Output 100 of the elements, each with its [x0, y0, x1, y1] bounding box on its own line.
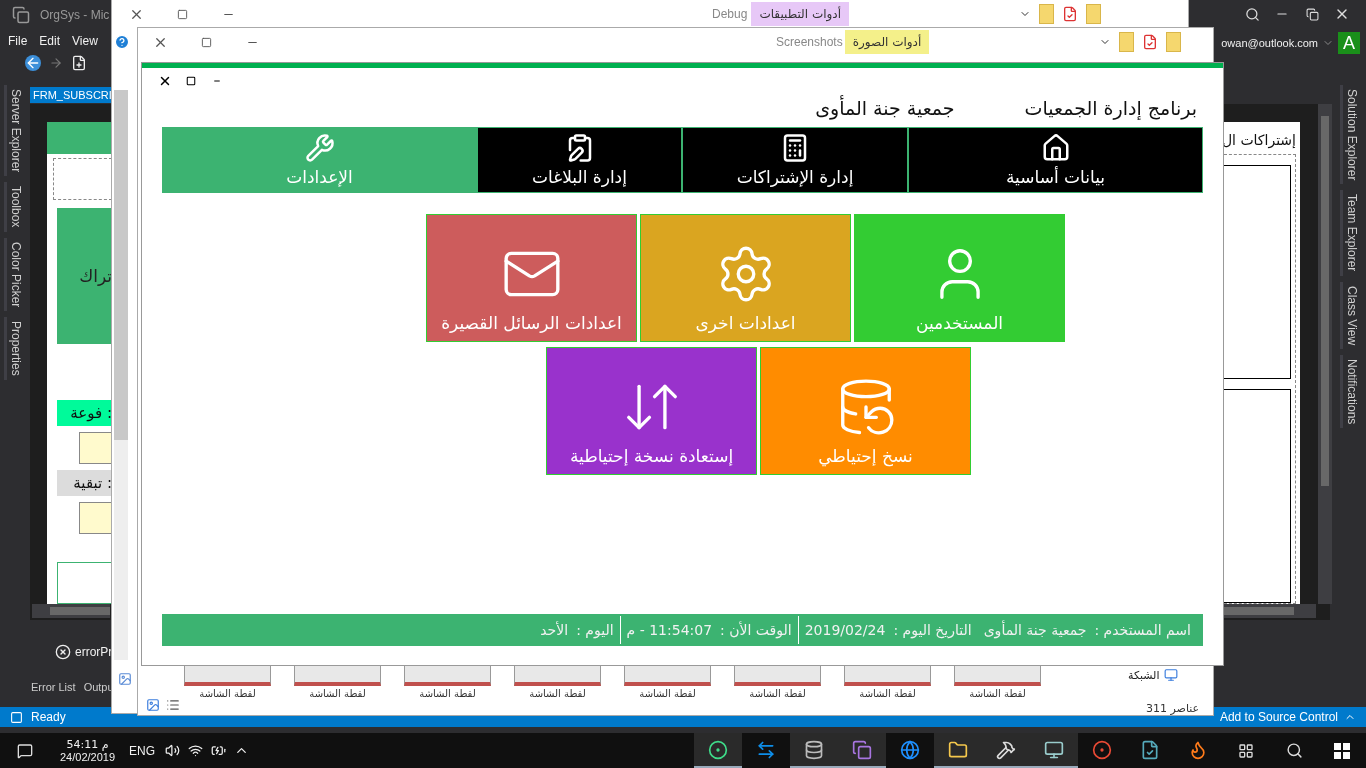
- ribbon-label: Debug: [712, 7, 748, 21]
- maximize-icon[interactable]: [186, 76, 196, 86]
- file-name[interactable]: لقطة الشاشة: [529, 688, 586, 699]
- nav-tab[interactable]: بيانات أساسية: [908, 127, 1203, 193]
- wifi-icon: [188, 743, 204, 758]
- item-count: 311 عناصر: [1146, 702, 1200, 715]
- side-tab[interactable]: Properties: [4, 317, 25, 380]
- file-name[interactable]: لقطة الشاشة: [199, 688, 256, 699]
- window-title: OrgSys - Mic: [40, 8, 110, 22]
- side-tab[interactable]: Toolbox: [4, 182, 25, 232]
- taskbar-app[interactable]: [694, 733, 742, 768]
- notification-icon[interactable]: [17, 742, 33, 759]
- taskbar-app[interactable]: [790, 733, 838, 768]
- circle-app-icon: [708, 739, 728, 760]
- form-label: تبقية :: [57, 470, 112, 496]
- windows-logo-icon[interactable]: [1334, 742, 1350, 759]
- side-tab[interactable]: Solution Explorer: [1340, 85, 1361, 185]
- menu-item[interactable]: Edit: [39, 34, 61, 48]
- status-label: التاريخ اليوم :: [893, 622, 972, 638]
- status-value: 2019/02/24: [804, 622, 886, 638]
- screenshot-thumbnail[interactable]: [514, 666, 601, 686]
- folder-icon: [948, 739, 968, 760]
- panel-tab[interactable]: Error List: [31, 681, 76, 693]
- side-tab[interactable]: Notifications: [1340, 354, 1361, 429]
- thumbnail-view-icon: [146, 698, 160, 712]
- screenshot-thumbnail[interactable]: [734, 666, 821, 686]
- file-name[interactable]: لقطة الشاشة: [419, 688, 476, 699]
- battery-icon: [211, 743, 227, 758]
- file-name[interactable]: لقطة الشاشة: [969, 688, 1026, 699]
- database-icon: [804, 739, 824, 760]
- screenshot-thumbnail[interactable]: [404, 666, 491, 686]
- status-label: الوقت الأن :: [720, 622, 792, 638]
- menu-tile[interactable]: اعدادات الرسائل القصيرة: [426, 214, 637, 342]
- screenshot-thumbnail[interactable]: [184, 666, 271, 686]
- screenshot-thumbnail[interactable]: [954, 666, 1041, 686]
- file-name[interactable]: لقطة الشاشة: [859, 688, 916, 699]
- input-field[interactable]: [79, 502, 112, 534]
- speaker-icon: [165, 743, 181, 758]
- side-tab[interactable]: Team Explorer: [1340, 190, 1361, 276]
- horizontal-scrollbar[interactable]: [1224, 604, 1316, 618]
- image-icon: [118, 672, 132, 686]
- menu-item[interactable]: File: [8, 34, 28, 48]
- side-tab[interactable]: Color Picker: [4, 237, 25, 312]
- taskbar-app[interactable]: [838, 733, 886, 768]
- screenshot-thumbnail[interactable]: [844, 666, 931, 686]
- search-icon[interactable]: [1244, 6, 1260, 22]
- nav-item[interactable]: الشبكة: [1128, 668, 1160, 682]
- taskbar-app[interactable]: [1030, 733, 1078, 768]
- minimize-icon[interactable]: [213, 77, 221, 85]
- error-circle-icon: [55, 644, 71, 660]
- file-name[interactable]: لقطة الشاشة: [639, 688, 696, 699]
- checklist-icon: [1142, 34, 1159, 50]
- round-app-icon: [1092, 739, 1112, 760]
- menu-item[interactable]: View: [72, 34, 98, 48]
- screenshot-thumbnail[interactable]: [624, 666, 711, 686]
- side-tab[interactable]: Class View: [1340, 281, 1361, 349]
- panel-text: تراك: [79, 266, 112, 286]
- status-label: اسم المستخدم :: [1094, 622, 1191, 638]
- vertical-scrollbar[interactable]: [1318, 104, 1332, 604]
- horizontal-scrollbar[interactable]: [32, 604, 110, 618]
- ribbon-tab[interactable]: أدوات التطبيقات: [751, 2, 849, 26]
- flame-icon: [1188, 739, 1208, 760]
- checklist-icon: [1062, 6, 1078, 22]
- file-name[interactable]: لقطة الشاشة: [309, 688, 366, 699]
- stacked-squares-icon: [852, 739, 872, 760]
- status-icon: [10, 710, 23, 724]
- network-icon: [1163, 668, 1178, 682]
- component-name: errorPr: [75, 645, 113, 659]
- new-file-icon: [71, 55, 87, 71]
- ribbon-tab[interactable]: أدوات الصورة: [844, 30, 930, 54]
- organization-name: جمعية جنة المأوى: [815, 97, 955, 119]
- status-label: اليوم :: [576, 622, 614, 638]
- input-field[interactable]: [79, 432, 112, 464]
- program-title: برنامج إدارة الجمعيات: [1024, 97, 1197, 119]
- vertical-scrollbar[interactable]: [114, 90, 128, 660]
- menu-tile[interactable]: إستعادة نسخة إحتياطية: [546, 347, 757, 475]
- nav-tab[interactable]: إدارة الإشتراكات: [682, 127, 908, 193]
- form-label: فوعة :: [57, 400, 112, 426]
- screenshot-thumbnail[interactable]: [294, 666, 381, 686]
- task-view-icon[interactable]: [1238, 742, 1254, 759]
- status-value: 11:54:07 - م: [626, 622, 713, 638]
- restore-icon[interactable]: [1305, 7, 1319, 21]
- account-avatar[interactable]: A: [1338, 32, 1360, 54]
- forward-arrow-icon: [49, 56, 63, 70]
- house-icon: [1040, 133, 1071, 163]
- nav-tab[interactable]: إدارة البلاغات: [477, 127, 682, 193]
- taskbar-app[interactable]: [934, 733, 982, 768]
- close-icon[interactable]: [158, 74, 172, 88]
- arrows-app-icon: [756, 739, 776, 760]
- side-tab[interactable]: Server Explorer: [4, 85, 25, 177]
- document-app-icon: [1140, 739, 1160, 760]
- form-header: [47, 122, 112, 154]
- file-name[interactable]: لقطة الشاشة: [749, 688, 806, 699]
- account-name[interactable]: owan@outlook.com: [1221, 37, 1318, 49]
- status-text: Ready: [31, 710, 66, 724]
- source-control-button[interactable]: Add to Source Control: [1219, 710, 1338, 724]
- language-indicator[interactable]: ENG: [129, 743, 156, 758]
- globe-icon: [900, 739, 920, 760]
- status-value: الأحد: [540, 622, 569, 638]
- search-icon[interactable]: [1285, 742, 1303, 759]
